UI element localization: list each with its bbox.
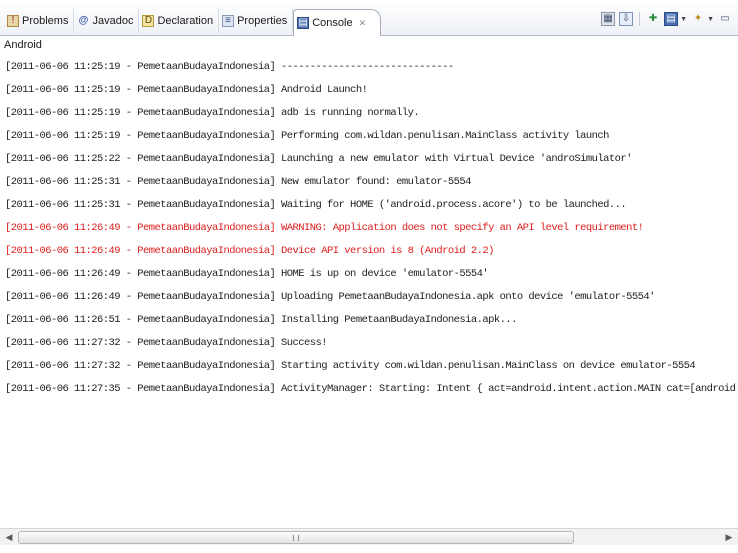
- minimize-icon[interactable]: ▭: [718, 12, 732, 26]
- toolbar-separator: [639, 12, 641, 26]
- console-line: [2011-06-06 11:25:31 - PemetaanBudayaInd…: [5, 199, 627, 211]
- tab-console[interactable]: ▤ Console ✕: [293, 9, 382, 36]
- console-name: Android: [4, 39, 42, 51]
- properties-icon: ≡: [222, 15, 235, 27]
- tab-label: Properties: [237, 15, 288, 27]
- problems-icon: !: [7, 15, 19, 27]
- console-line: [2011-06-06 11:26:49 - PemetaanBudayaInd…: [5, 291, 655, 303]
- console-line: [2011-06-06 11:27:35 - PemetaanBudayaInd…: [5, 383, 738, 395]
- tab-label: Problems: [22, 15, 69, 27]
- console-line: [2011-06-06 11:25:31 - PemetaanBudayaInd…: [5, 176, 471, 188]
- tab-label: Console: [312, 17, 353, 29]
- tab-list: ! Problems @ Javadoc D Declaration ≡ Pro…: [4, 8, 382, 36]
- declaration-icon: D: [142, 15, 155, 27]
- scroll-lock-icon[interactable]: ⇩: [619, 12, 634, 26]
- tab-label: Javadoc: [92, 15, 134, 27]
- tab-declaration[interactable]: D Declaration: [139, 9, 220, 33]
- grip-icon: [293, 535, 299, 541]
- open-console-icon[interactable]: ✦: [691, 12, 705, 26]
- console-toolbar: ▦ ⇩ ✚ ▤ ▼ ✦ ▼ ▭: [601, 12, 732, 26]
- console-error-line: [2011-06-06 11:26:49 - PemetaanBudayaInd…: [5, 222, 644, 234]
- console-icon: ▤: [297, 17, 310, 29]
- console-line: [2011-06-06 11:26:49 - PemetaanBudayaInd…: [5, 268, 489, 280]
- tab-properties[interactable]: ≡ Properties: [219, 9, 294, 33]
- console-line: [2011-06-06 11:27:32 - PemetaanBudayaInd…: [5, 360, 696, 372]
- console-line: [2011-06-06 11:25:19 - PemetaanBudayaInd…: [5, 84, 368, 96]
- console-line: [2011-06-06 11:27:32 - PemetaanBudayaInd…: [5, 337, 328, 349]
- console-error-line: [2011-06-06 11:26:49 - PemetaanBudayaInd…: [5, 245, 494, 257]
- close-icon[interactable]: ✕: [359, 18, 367, 29]
- console-line: [2011-06-06 11:26:51 - PemetaanBudayaInd…: [5, 314, 517, 326]
- tab-javadoc[interactable]: @ Javadoc: [74, 9, 140, 33]
- console-line: [2011-06-06 11:25:19 - PemetaanBudayaInd…: [5, 61, 454, 73]
- console-line: [2011-06-06 11:25:19 - PemetaanBudayaInd…: [5, 107, 420, 119]
- clear-console-icon[interactable]: ▦: [601, 12, 616, 26]
- scroll-left-icon[interactable]: ◀: [2, 531, 16, 544]
- tab-problems[interactable]: ! Problems: [4, 9, 75, 33]
- scroll-right-icon[interactable]: ▶: [722, 531, 736, 544]
- console-line: [2011-06-06 11:25:19 - PemetaanBudayaInd…: [5, 130, 609, 142]
- chevron-down-icon[interactable]: ▼: [680, 16, 687, 23]
- pin-console-icon[interactable]: ✚: [646, 12, 660, 26]
- tab-label: Declaration: [157, 15, 214, 27]
- javadoc-icon: @: [78, 15, 89, 26]
- console-output[interactable]: [2011-06-06 11:25:19 - PemetaanBudayaInd…: [0, 54, 738, 526]
- chevron-down-icon[interactable]: ▼: [707, 16, 714, 23]
- console-line: [2011-06-06 11:25:22 - PemetaanBudayaInd…: [5, 153, 632, 165]
- view-tab-bar: ! Problems @ Javadoc D Declaration ≡ Pro…: [0, 0, 738, 36]
- display-selected-console-icon[interactable]: ▤: [664, 12, 679, 26]
- horizontal-scrollbar[interactable]: ◀ ▶: [0, 528, 738, 545]
- scrollbar-thumb[interactable]: [18, 531, 574, 544]
